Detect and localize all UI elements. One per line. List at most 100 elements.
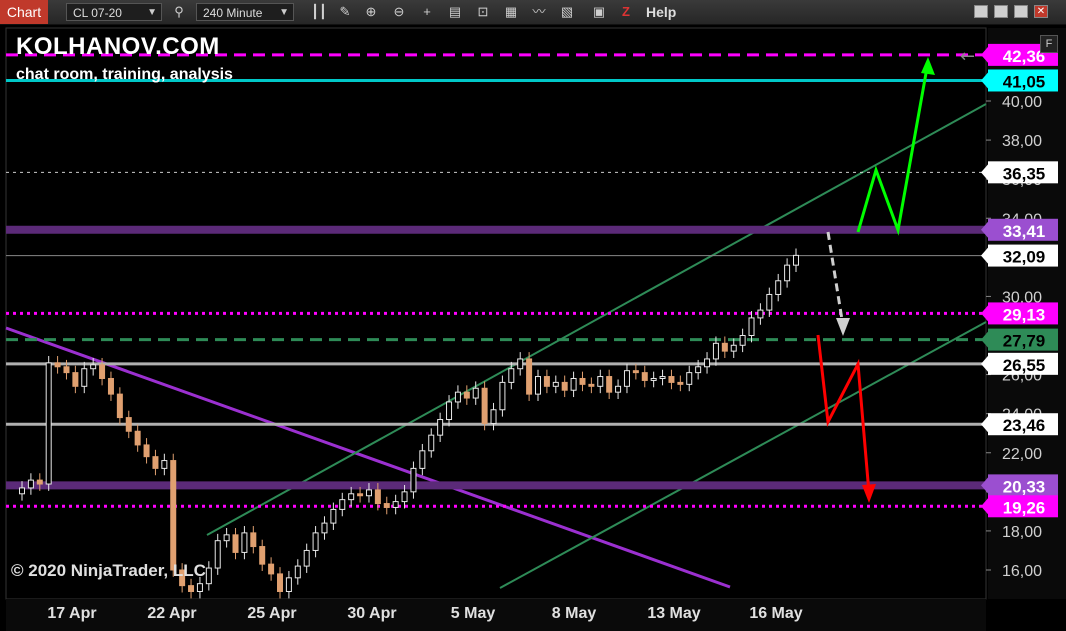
candle-body bbox=[668, 376, 675, 383]
candle-body bbox=[54, 362, 61, 368]
templates-icon[interactable]: 〰 bbox=[530, 3, 548, 21]
chevron-down-icon: ▼ bbox=[279, 7, 289, 18]
level-label: 36,35 bbox=[1003, 164, 1046, 183]
candle-body bbox=[704, 358, 711, 368]
instrument-selector[interactable]: CL 07-20 ▼ bbox=[66, 3, 162, 21]
instrument-value: CL 07-20 bbox=[73, 6, 122, 20]
draw-icon[interactable]: ✎ bbox=[336, 3, 354, 21]
candle-body bbox=[757, 309, 764, 319]
level-label: 27,79 bbox=[1003, 332, 1046, 351]
search-icon[interactable]: ⚲ bbox=[170, 3, 188, 21]
candle-body bbox=[490, 409, 497, 424]
candle-body bbox=[312, 532, 319, 551]
maximize-button[interactable] bbox=[1014, 5, 1028, 18]
candle-body bbox=[357, 493, 364, 497]
candle-body bbox=[348, 493, 355, 501]
candle-body bbox=[241, 532, 248, 553]
level-label: 33,41 bbox=[1003, 222, 1046, 241]
candle-body bbox=[374, 489, 381, 505]
candle-body bbox=[63, 366, 70, 374]
candle-body bbox=[535, 376, 541, 395]
candle-body bbox=[161, 460, 168, 469]
brand-tagline: chat room, training, analysis bbox=[16, 66, 233, 83]
minimize-button[interactable] bbox=[994, 5, 1008, 18]
candle-body bbox=[223, 534, 230, 542]
candle-body bbox=[437, 419, 444, 436]
properties-icon[interactable]: ▧ bbox=[558, 3, 576, 21]
level-label: 41,05 bbox=[1003, 72, 1046, 91]
x-tick-label: 30 Apr bbox=[347, 605, 396, 622]
ninjascript-icon[interactable]: Z bbox=[622, 3, 630, 21]
candle-body bbox=[463, 391, 470, 399]
candle-body bbox=[383, 503, 390, 508]
candle-body bbox=[686, 372, 693, 385]
candle-body bbox=[392, 501, 399, 508]
candle-body bbox=[446, 401, 453, 421]
candle-body bbox=[748, 317, 755, 337]
brand-title: KOLHANOV.COM bbox=[16, 33, 220, 60]
candle-body bbox=[712, 342, 719, 360]
close-button[interactable]: ✕ bbox=[1034, 5, 1048, 18]
x-tick-label: 25 Apr bbox=[247, 605, 296, 622]
snapshot-icon[interactable]: ▣ bbox=[590, 3, 608, 21]
candle-body bbox=[615, 385, 622, 393]
candle-body bbox=[365, 489, 372, 497]
level-label: 20,33 bbox=[1003, 477, 1046, 496]
candle-body bbox=[588, 383, 595, 387]
help-menu[interactable]: Help bbox=[646, 3, 676, 21]
strategies-icon[interactable]: ▦ bbox=[502, 3, 520, 21]
level-label: 23,46 bbox=[1003, 416, 1046, 435]
candle-body bbox=[143, 444, 150, 458]
x-tick-label: 17 Apr bbox=[47, 605, 96, 622]
candle-body bbox=[552, 381, 559, 387]
candle-body bbox=[632, 370, 639, 374]
candle-body bbox=[36, 479, 43, 485]
level-label: 32,09 bbox=[1003, 248, 1046, 267]
candle-body bbox=[766, 293, 773, 311]
chart-tab[interactable]: Chart bbox=[0, 0, 48, 24]
period-selector[interactable]: 240 Minute ▼ bbox=[196, 3, 294, 21]
candle-body bbox=[410, 467, 417, 493]
candle-body bbox=[579, 377, 586, 385]
candle-body bbox=[775, 280, 782, 295]
f-button[interactable]: F bbox=[1040, 35, 1058, 53]
candle-body bbox=[250, 532, 257, 548]
candle-body bbox=[152, 456, 159, 469]
crosshair-icon[interactable]: + bbox=[418, 3, 436, 21]
candle-body bbox=[623, 370, 630, 387]
x-tick-label: 22 Apr bbox=[147, 605, 196, 622]
candle-body bbox=[739, 335, 746, 346]
candle-body bbox=[481, 387, 488, 424]
candle-body bbox=[170, 460, 177, 571]
candle-body bbox=[454, 391, 461, 403]
indicators-icon[interactable]: ⊡ bbox=[474, 3, 492, 21]
candle-body bbox=[321, 522, 328, 534]
candle-body bbox=[19, 487, 25, 495]
copyright-text: © 2020 NinjaTrader, LLC bbox=[11, 561, 206, 580]
x-tick-label: 13 May bbox=[647, 605, 700, 622]
candle-body bbox=[508, 368, 515, 383]
data-box-icon[interactable]: ▤ bbox=[446, 3, 464, 21]
x-tick-label: 8 May bbox=[552, 605, 597, 622]
price-chart[interactable]: 16,0018,0020,0022,0024,0026,0028,0030,00… bbox=[0, 24, 1066, 631]
candle-body bbox=[330, 508, 337, 524]
candle-body bbox=[543, 376, 550, 387]
candle-body bbox=[721, 342, 728, 352]
bar-style-icon[interactable]: ┃┃ bbox=[310, 3, 328, 21]
candle-body bbox=[517, 358, 524, 370]
window-menu-button[interactable] bbox=[974, 5, 988, 18]
candle-body bbox=[259, 546, 266, 565]
zoom-out-icon[interactable]: ⊖ bbox=[390, 3, 408, 21]
y-tick-label: 38,00 bbox=[1002, 133, 1042, 150]
candle-body bbox=[90, 364, 97, 370]
candle-body bbox=[641, 372, 648, 381]
zoom-in-icon[interactable]: ⊕ bbox=[362, 3, 380, 21]
candle-body bbox=[597, 376, 604, 387]
candle-body bbox=[285, 577, 292, 592]
candle-body bbox=[428, 434, 435, 452]
candle-body bbox=[99, 364, 106, 379]
candle-body bbox=[419, 450, 426, 469]
candle-body bbox=[606, 376, 613, 393]
x-tick-label: 16 May bbox=[749, 605, 802, 622]
candle-body bbox=[730, 344, 737, 352]
